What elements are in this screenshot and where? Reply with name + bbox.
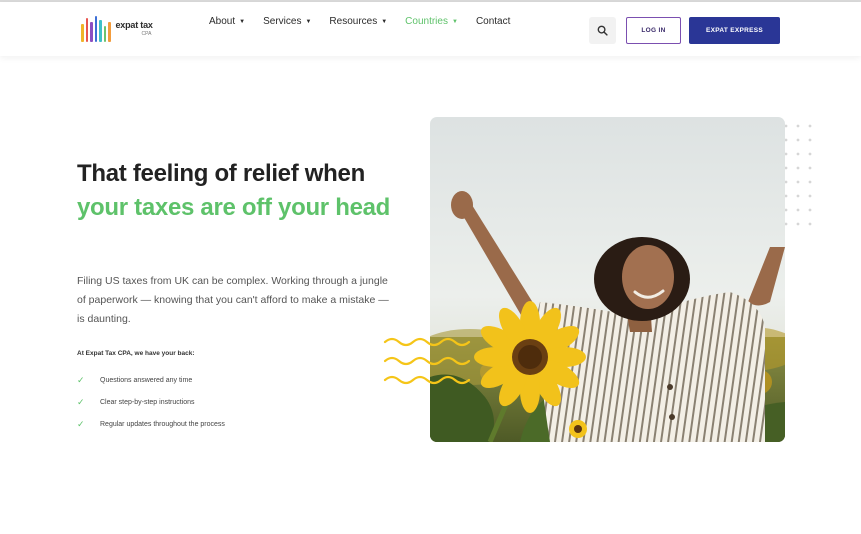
caret-down-icon: ▼ [381,18,388,25]
dot-grid-decoration [784,124,812,226]
site-header: expat tax CPA About ▼ Services ▼ Resourc… [0,2,861,56]
list-item: ✓ Clear step-by-step instructions [77,391,225,413]
logo-subtitle: CPA [141,31,152,37]
nav-item-contact[interactable]: Contact [476,16,510,27]
logo-bar [85,18,88,42]
woman-sunflower-photo [430,117,785,442]
logo-bar [103,26,106,42]
nav-item-about[interactable]: About ▼ [209,16,245,27]
logo-bar [81,24,84,42]
logo-bar [99,20,102,42]
expat-express-button[interactable]: EXPAT EXPRESS [689,17,780,44]
caret-down-icon: ▼ [305,18,312,25]
nav-item-label: About [209,16,236,27]
logo-bars-icon [81,16,111,42]
wave-lines-decoration [383,337,471,385]
nav-item-countries[interactable]: Countries ▼ [405,16,458,27]
hero-image [430,117,785,442]
backed-statement: At Expat Tax CPA, we have your back: [77,350,195,357]
search-icon [597,25,608,36]
search-button[interactable] [589,17,616,44]
nav-item-label: Countries [405,16,448,27]
hero-title-highlight: your taxes are off your head [77,194,391,221]
list-item-text: Regular updates throughout the process [100,420,225,428]
list-item: ✓ Regular updates throughout the process [77,413,225,435]
checkmark-icon: ✓ [77,418,85,429]
nav-item-label: Contact [475,16,511,27]
hero-description: Filing US taxes from UK can be complex. … [77,275,389,325]
benefits-list: ✓ Questions answered any time ✓ Clear st… [77,369,225,435]
checkmark-icon: ✓ [77,374,85,385]
site-logo[interactable]: expat tax CPA [81,14,153,44]
nav-item-services[interactable]: Services ▼ [263,16,311,27]
hero-title: That feeling of relief when your taxes a… [77,157,397,225]
nav-item-resources[interactable]: Resources ▼ [329,16,387,27]
logo-bar [108,22,111,42]
nav-item-label: Resources [329,16,378,27]
list-item-text: Clear step-by-step instructions [100,398,195,406]
caret-down-icon: ▼ [239,18,246,25]
logo-bar [94,16,97,42]
logo-text: expat tax CPA [116,21,153,37]
main-nav: About ▼ Services ▼ Resources ▼ Countries… [209,16,510,27]
logo-bar [90,22,93,42]
logo-wordmark: expat tax [115,20,153,30]
hero-title-text: That feeling of relief when [77,160,365,187]
list-item-text: Questions answered any time [100,376,193,384]
checkmark-icon: ✓ [77,396,85,407]
nav-item-label: Services [263,16,302,27]
list-item: ✓ Questions answered any time [77,369,225,391]
login-button[interactable]: LOG IN [626,17,681,44]
caret-down-icon: ▼ [451,18,458,25]
